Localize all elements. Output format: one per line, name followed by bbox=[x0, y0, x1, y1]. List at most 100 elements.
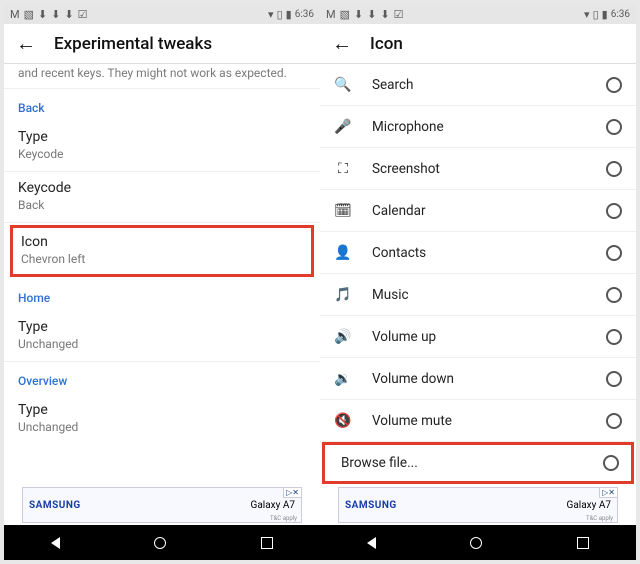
back-arrow-icon[interactable]: ← bbox=[332, 31, 352, 56]
wifi-icon: ▾ bbox=[268, 9, 274, 20]
screenshot-right: M ▧ ⬇ ⬇ ⬇ ☑ ▾ ▯ ▮ 6:36 ← Icon 🔍 Search bbox=[320, 4, 636, 560]
clipboard-icon: ☑ bbox=[394, 9, 404, 20]
radio-label: Volume up bbox=[372, 329, 586, 345]
battery-icon: ▮ bbox=[602, 9, 608, 20]
image-icon: ▧ bbox=[24, 9, 34, 20]
adchoices-icon[interactable]: ▷✕ bbox=[599, 487, 618, 498]
music-icon: 🎵 bbox=[334, 287, 352, 303]
ad-tac: T&C apply bbox=[586, 515, 613, 522]
radio-row-contacts[interactable]: 👤 Contacts bbox=[320, 232, 636, 274]
radio-row-search[interactable]: 🔍 Search bbox=[320, 64, 636, 106]
pref-title: Keycode bbox=[18, 180, 306, 196]
screenshot-left: M ▧ ⬇ ⬇ ⬇ ☑ ▾ ▯ ▮ 6:36 ← Experimental tw… bbox=[4, 4, 320, 560]
radio-icon bbox=[606, 119, 622, 135]
download-icon: ⬇ bbox=[38, 9, 47, 20]
pref-summary: Back bbox=[18, 198, 306, 212]
app-bar: ← Experimental tweaks bbox=[4, 24, 320, 64]
image-icon: ▧ bbox=[340, 9, 350, 20]
download-icon: ⬇ bbox=[367, 9, 376, 20]
download-icon: ⬇ bbox=[380, 9, 389, 20]
volume-up-icon: 🔊 bbox=[334, 329, 352, 345]
status-bar: M ▧ ⬇ ⬇ ⬇ ☑ ▾ ▯ ▮ 6:36 bbox=[320, 4, 636, 24]
radio-icon bbox=[606, 371, 622, 387]
screenshot-icon: ⛶ bbox=[334, 161, 352, 177]
pref-type-home[interactable]: Type Unchanged bbox=[4, 311, 320, 362]
radio-label: Music bbox=[372, 287, 586, 303]
radio-label: Contacts bbox=[372, 245, 586, 261]
pref-title: Icon bbox=[21, 234, 303, 250]
ad-brand: SAMSUNG bbox=[345, 500, 397, 511]
radio-row-microphone[interactable]: 🎤 Microphone bbox=[320, 106, 636, 148]
pref-title: Type bbox=[18, 402, 306, 418]
radio-label: Calendar bbox=[372, 203, 586, 219]
nav-recents-icon[interactable] bbox=[577, 537, 589, 549]
gmail-icon: M bbox=[10, 9, 20, 20]
clock: 6:36 bbox=[295, 9, 314, 20]
radio-label: Microphone bbox=[372, 119, 586, 135]
radio-icon bbox=[606, 287, 622, 303]
section-home: Home bbox=[4, 279, 320, 311]
radio-row-browse-highlighted[interactable]: Browse file... bbox=[322, 442, 634, 484]
radio-label: Volume mute bbox=[372, 413, 586, 429]
pref-summary: Chevron left bbox=[21, 252, 303, 266]
icon-radio-list[interactable]: 🔍 Search 🎤 Microphone ⛶ Screenshot 🗓 Cal… bbox=[320, 64, 636, 500]
radio-row-volume-mute[interactable]: 🔇 Volume mute bbox=[320, 400, 636, 442]
radio-icon bbox=[606, 161, 622, 177]
nav-recents-icon[interactable] bbox=[261, 537, 273, 549]
page-title: Icon bbox=[370, 34, 403, 54]
radio-label: Screenshot bbox=[372, 161, 586, 177]
radio-row-volume-up[interactable]: 🔊 Volume up bbox=[320, 316, 636, 358]
section-back: Back bbox=[4, 89, 320, 121]
contacts-icon: 👤 bbox=[334, 245, 352, 261]
radio-label: Browse file... bbox=[341, 455, 583, 471]
pref-icon-highlighted[interactable]: Icon Chevron left bbox=[10, 225, 314, 277]
nav-home-icon[interactable] bbox=[470, 537, 482, 549]
radio-row-music[interactable]: 🎵 Music bbox=[320, 274, 636, 316]
pref-title: Type bbox=[18, 319, 306, 335]
adchoices-icon[interactable]: ▷✕ bbox=[283, 487, 302, 498]
nav-back-icon[interactable] bbox=[367, 537, 376, 549]
nav-back-icon[interactable] bbox=[51, 537, 60, 549]
truncated-desc: and recent keys. They might not work as … bbox=[4, 64, 320, 89]
radio-row-calendar[interactable]: 🗓 Calendar bbox=[320, 190, 636, 232]
ad-model: Galaxy A7 bbox=[251, 500, 295, 511]
battery-icon: ▮ bbox=[286, 9, 292, 20]
search-icon: 🔍 bbox=[334, 77, 352, 93]
calendar-icon: 🗓 bbox=[334, 203, 352, 219]
pref-summary: Unchanged bbox=[18, 420, 306, 434]
download-icon: ⬇ bbox=[51, 9, 60, 20]
download-icon: ⬇ bbox=[354, 9, 363, 20]
radio-row-volume-down[interactable]: 🔉 Volume down bbox=[320, 358, 636, 400]
download-icon: ⬇ bbox=[64, 9, 73, 20]
pref-type-overview[interactable]: Type Unchanged bbox=[4, 394, 320, 444]
ad-banner[interactable]: SAMSUNG Galaxy A7 ▷✕ T&C apply bbox=[320, 485, 636, 525]
radio-row-screenshot[interactable]: ⛶ Screenshot bbox=[320, 148, 636, 190]
volume-down-icon: 🔉 bbox=[334, 371, 352, 387]
radio-icon bbox=[606, 245, 622, 261]
pref-summary: Keycode bbox=[18, 147, 306, 161]
section-overview: Overview bbox=[4, 362, 320, 394]
page-title: Experimental tweaks bbox=[54, 34, 212, 54]
radio-icon bbox=[603, 455, 619, 471]
gmail-icon: M bbox=[326, 9, 336, 20]
nav-bar bbox=[320, 525, 636, 560]
pref-type-back[interactable]: Type Keycode bbox=[4, 121, 320, 172]
no-sim-icon: ▯ bbox=[277, 9, 283, 20]
nav-bar bbox=[4, 525, 320, 560]
radio-icon bbox=[606, 77, 622, 93]
ad-tac: T&C apply bbox=[270, 515, 297, 522]
nav-home-icon[interactable] bbox=[154, 537, 166, 549]
microphone-icon: 🎤 bbox=[334, 119, 352, 135]
settings-scroll[interactable]: and recent keys. They might not work as … bbox=[4, 64, 320, 500]
status-bar: M ▧ ⬇ ⬇ ⬇ ☑ ▾ ▯ ▮ 6:36 bbox=[4, 4, 320, 24]
ad-model: Galaxy A7 bbox=[567, 500, 611, 511]
ad-banner[interactable]: SAMSUNG Galaxy A7 ▷✕ T&C apply bbox=[4, 485, 320, 525]
radio-label: Volume down bbox=[372, 371, 586, 387]
volume-mute-icon: 🔇 bbox=[334, 413, 352, 429]
wifi-icon: ▾ bbox=[584, 9, 590, 20]
back-arrow-icon[interactable]: ← bbox=[16, 31, 36, 56]
radio-label: Search bbox=[372, 77, 586, 93]
radio-icon bbox=[606, 203, 622, 219]
pref-keycode[interactable]: Keycode Back bbox=[4, 172, 320, 223]
ad-brand: SAMSUNG bbox=[29, 500, 81, 511]
